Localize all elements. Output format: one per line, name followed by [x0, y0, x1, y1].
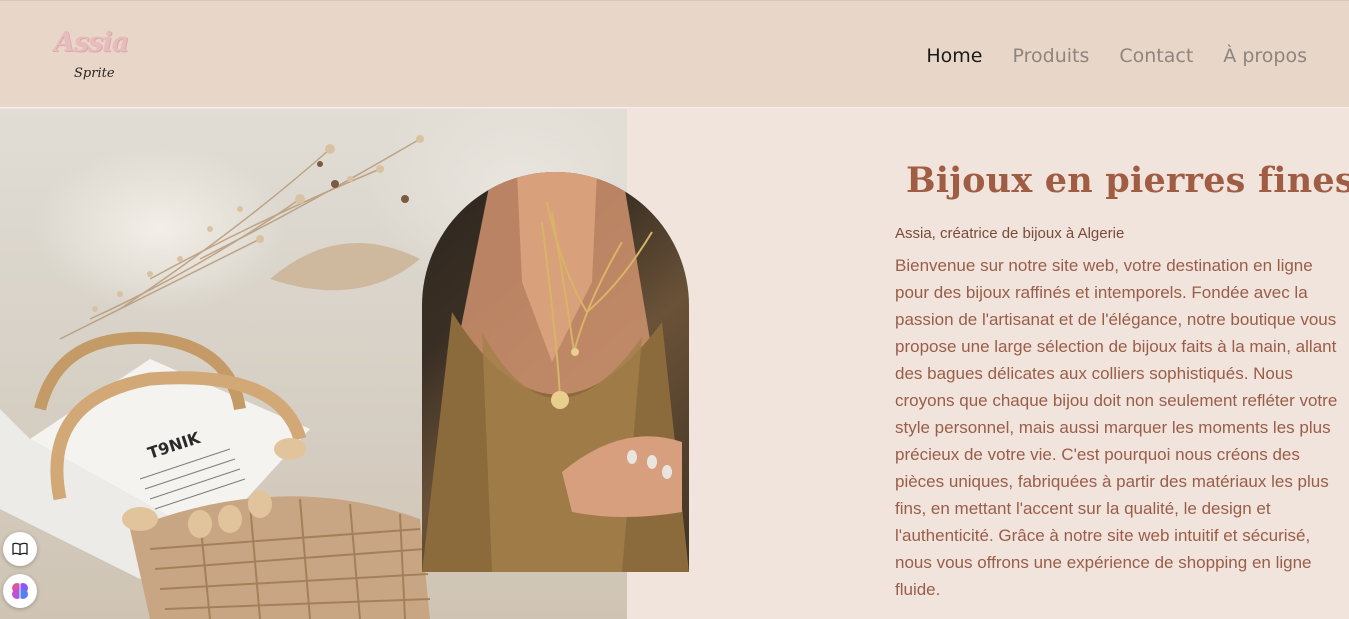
book-icon: [12, 542, 28, 556]
logo-subtext: Sprite: [74, 66, 115, 81]
nav-link-produits[interactable]: Produits: [1013, 45, 1090, 67]
model-illustration: [422, 172, 689, 572]
jewelry-model-photo: [422, 172, 689, 572]
main-nav: Home Produits Contact À propos: [926, 45, 1307, 67]
site-logo[interactable]: Assia Sprite: [52, 21, 132, 91]
reader-mode-button[interactable]: [3, 532, 37, 566]
brain-icon: [12, 583, 28, 599]
hero-subtitle: Assia, créatrice de bijoux à Algerie: [895, 225, 1125, 242]
nav-link-contact[interactable]: Contact: [1119, 45, 1193, 67]
hero-text-section: Bijoux en pierres fines Assia, créatrice…: [895, 160, 1349, 603]
hero-paragraph: Bienvenue sur notre site web, votre dest…: [895, 256, 1338, 599]
assistant-button[interactable]: [3, 574, 37, 608]
site-header: Assia Sprite Home Produits Contact À pro…: [0, 0, 1349, 108]
nav-link-home[interactable]: Home: [926, 45, 982, 67]
page-title: Bijoux en pierres fines: [906, 160, 1349, 201]
nav-link-a-propos[interactable]: À propos: [1223, 45, 1307, 67]
logo-wordmark: Assia: [54, 27, 129, 58]
